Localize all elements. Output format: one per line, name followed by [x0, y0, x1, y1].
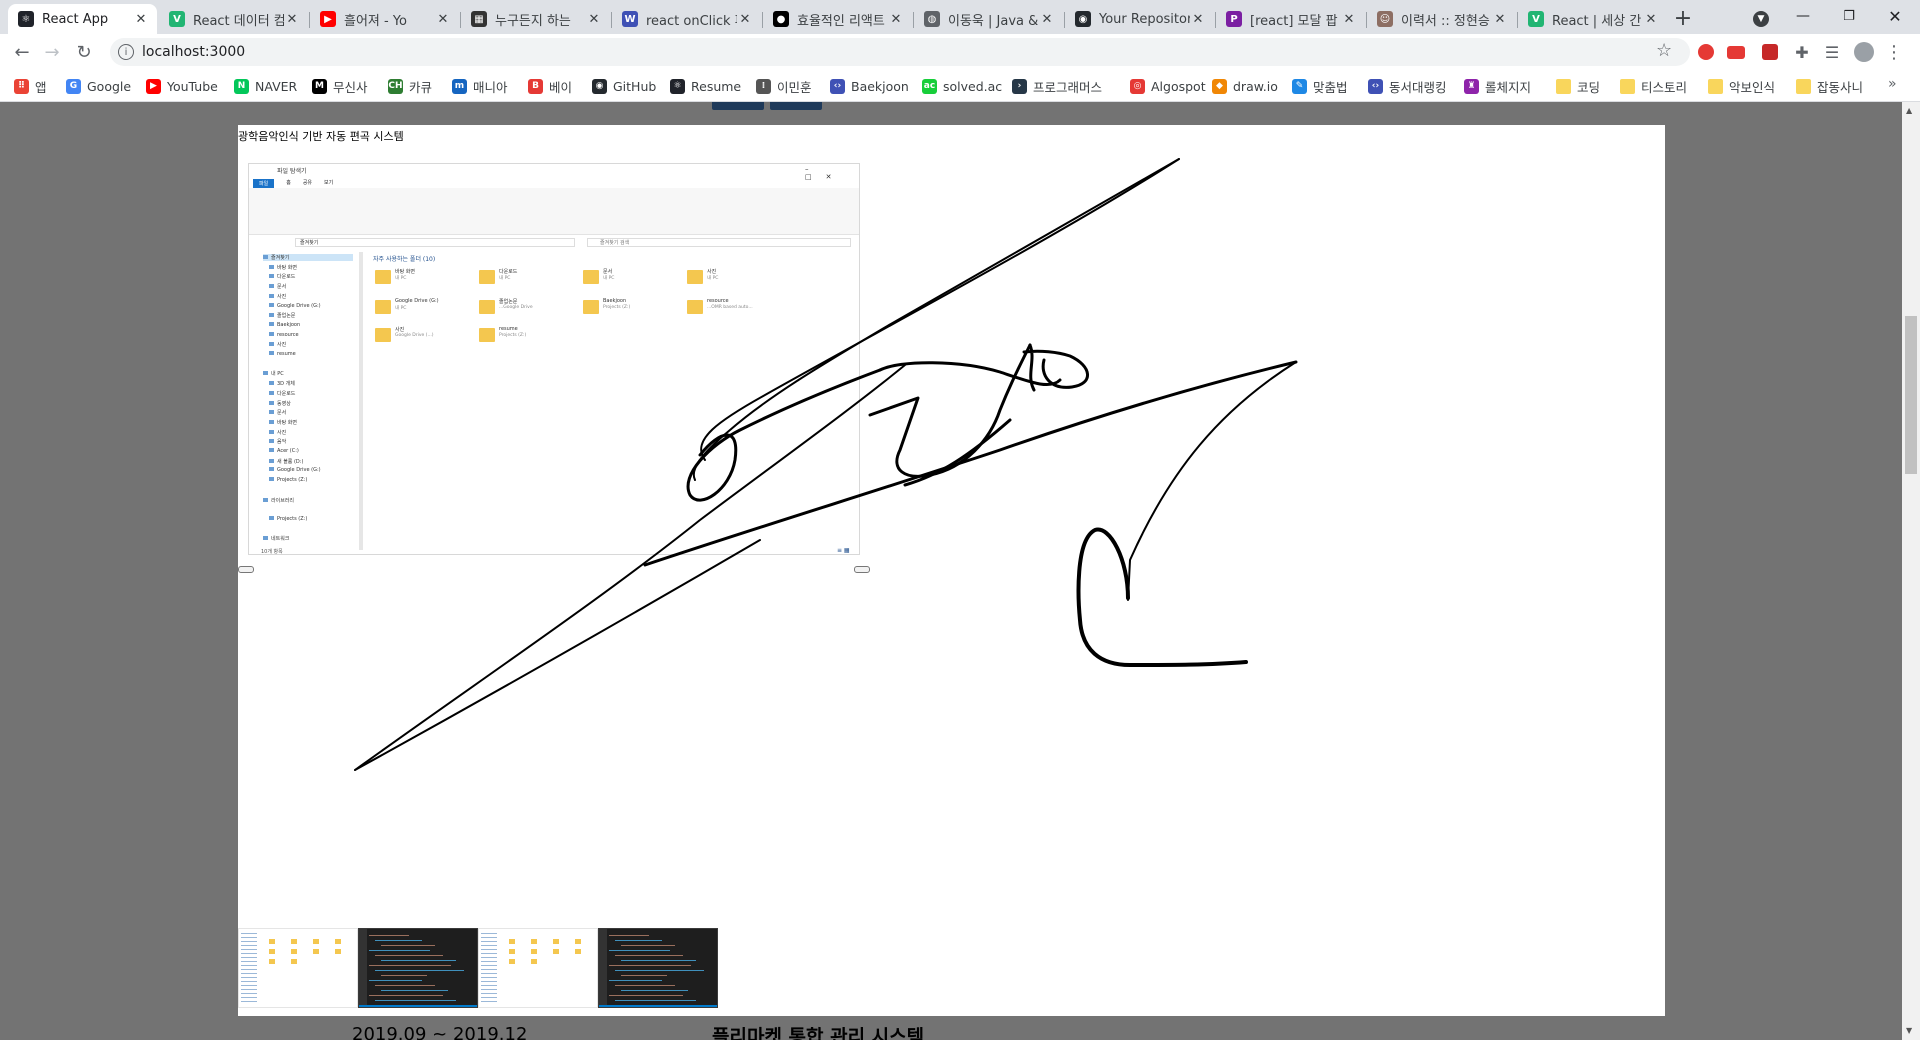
stroke-path	[354, 539, 761, 771]
stroke-path	[1076, 527, 1248, 667]
stroke-path	[1127, 361, 1297, 601]
stroke-path	[643, 360, 1298, 567]
stroke-path	[692, 158, 1180, 481]
drawing-canvas[interactable]	[0, 0, 1920, 1040]
stroke-path	[878, 361, 1062, 387]
stroke-path	[354, 364, 906, 771]
